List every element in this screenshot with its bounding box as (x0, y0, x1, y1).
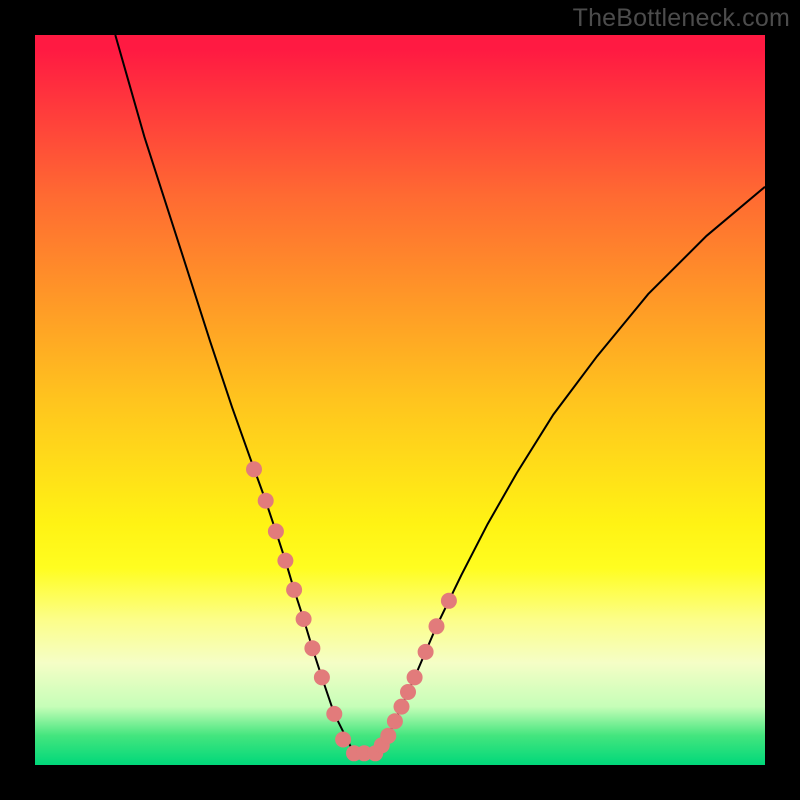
curve-marker (277, 553, 293, 569)
watermark-text: TheBottleneck.com (573, 4, 790, 33)
plot-area (35, 35, 765, 765)
curve-marker (268, 523, 284, 539)
curve-marker (380, 728, 396, 744)
bottleneck-curve (115, 35, 765, 753)
curve-marker (394, 699, 410, 715)
curve-marker (246, 461, 262, 477)
curve-marker (296, 611, 312, 627)
curve-marker (335, 732, 351, 748)
curve-marker (400, 684, 416, 700)
curve-marker (407, 669, 423, 685)
curve-marker (387, 713, 403, 729)
curve-marker (326, 706, 342, 722)
chart-svg (35, 35, 765, 765)
curve-markers (246, 461, 457, 761)
curve-marker (418, 644, 434, 660)
curve-marker (429, 618, 445, 634)
curve-marker (441, 593, 457, 609)
chart-frame: TheBottleneck.com (0, 0, 800, 800)
curve-marker (314, 669, 330, 685)
curve-marker (258, 493, 274, 509)
curve-marker (304, 640, 320, 656)
curve-marker (286, 582, 302, 598)
